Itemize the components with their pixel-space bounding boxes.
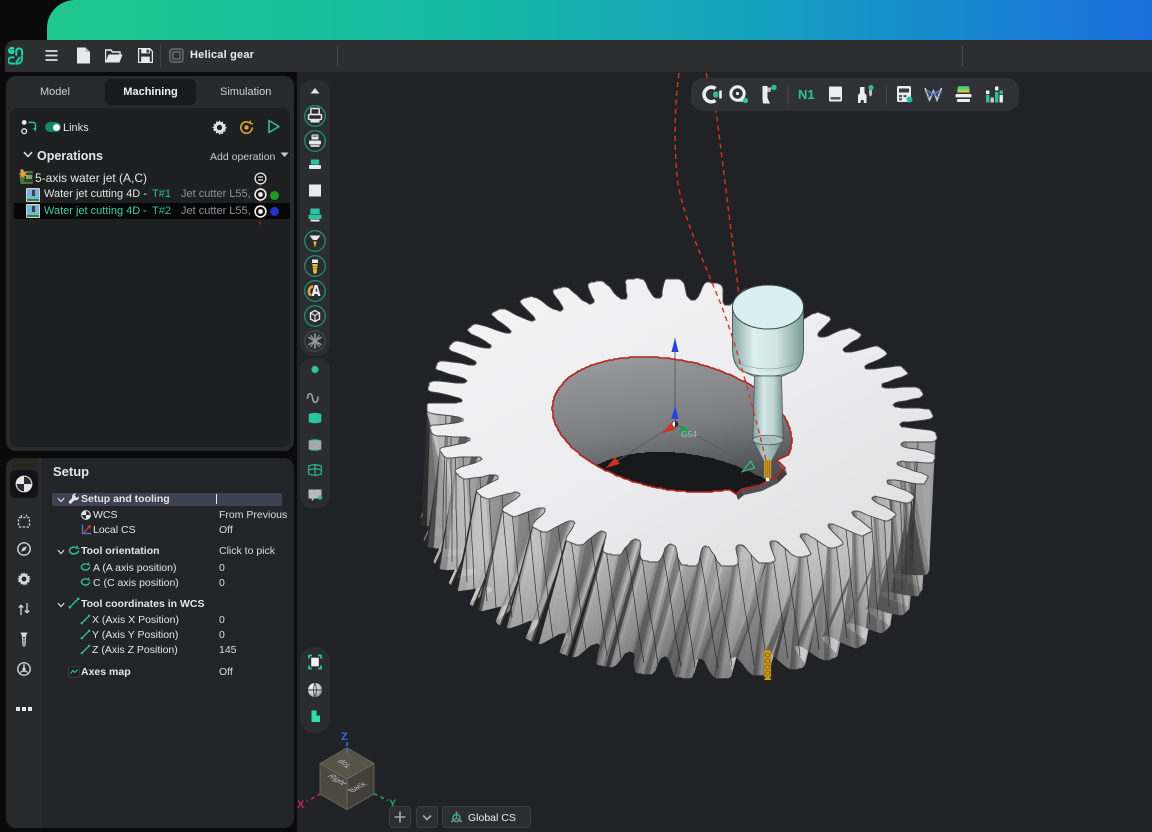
svg-text:X: X [297,799,305,811]
svg-text:Z: Z [341,731,348,743]
svg-text:G54: G54 [681,429,697,439]
svg-text:N1: N1 [798,87,815,102]
